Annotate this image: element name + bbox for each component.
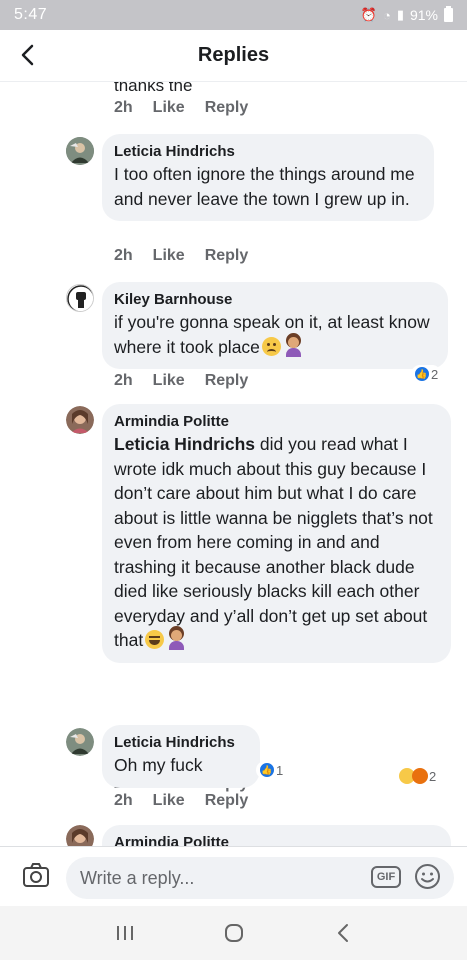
comment-time: 2h bbox=[114, 247, 133, 264]
reply-button[interactable]: Reply bbox=[205, 247, 249, 265]
reaction-count: 2 bbox=[431, 366, 439, 382]
comment-bubble: Armindia Politte Leticia Hindrichs did y… bbox=[102, 404, 451, 663]
sad-face-emoji-icon bbox=[261, 336, 281, 356]
woman-facepalm-emoji-icon bbox=[167, 629, 186, 650]
comment-actions: 2h Like Reply bbox=[114, 247, 248, 265]
avatar-image bbox=[66, 406, 94, 434]
camera-button[interactable] bbox=[22, 863, 50, 889]
comment-author[interactable]: Leticia Hindrichs bbox=[114, 142, 422, 162]
comment-actions: 2h Like Reply bbox=[114, 792, 248, 810]
home-icon bbox=[224, 924, 243, 942]
partial-comment-text: thanks the bbox=[114, 82, 193, 95]
signal-icon: ▮ bbox=[396, 7, 404, 22]
back-arrow-icon bbox=[337, 924, 348, 942]
angry-reaction-icon bbox=[412, 768, 428, 784]
comment-text: Leticia Hindrichs did you read what I wr… bbox=[114, 432, 439, 653]
avatar[interactable] bbox=[66, 406, 94, 434]
reaction-count: 2 bbox=[429, 768, 437, 784]
comment-time: 2h bbox=[114, 792, 133, 809]
comment-bubble: Leticia Hindrichs Oh my fuck bbox=[102, 725, 260, 788]
comment-bubble: Kiley Barnhouse if you're gonna speak on… bbox=[102, 282, 448, 369]
avatar-image bbox=[66, 825, 94, 846]
emoji-button[interactable] bbox=[414, 863, 441, 890]
page-title: Replies bbox=[197, 44, 270, 66]
status-time: 5:47 bbox=[14, 6, 48, 23]
like-button[interactable]: Like bbox=[153, 247, 185, 265]
wifi-icon: ◔ bbox=[382, 7, 391, 23]
comment-author[interactable]: Armindia Politte bbox=[114, 833, 439, 846]
comment-text: if you're gonna speak on it, at least kn… bbox=[114, 310, 436, 359]
recent-apps-button[interactable] bbox=[105, 913, 145, 953]
avatar[interactable] bbox=[66, 284, 94, 312]
comment-author[interactable]: Kiley Barnhouse bbox=[114, 290, 436, 310]
status-icons: ⏰ ◔ ▮ 91% bbox=[360, 6, 453, 23]
comment-actions: 2h Like Reply bbox=[114, 372, 248, 390]
woman-facepalm-emoji-icon bbox=[284, 336, 303, 357]
reply-button[interactable]: Reply bbox=[205, 792, 249, 810]
comment-actions: 2h Like Reply bbox=[114, 99, 248, 117]
like-button[interactable]: Like bbox=[153, 792, 185, 810]
gif-button[interactable]: GIF bbox=[371, 866, 401, 888]
reply-button[interactable]: Reply bbox=[205, 99, 249, 117]
reaction-summary[interactable]: 👍 2 bbox=[411, 365, 442, 383]
comment-bubble: Armindia Politte bbox=[102, 825, 451, 846]
avatar[interactable] bbox=[66, 825, 94, 846]
alarm-icon: ⏰ bbox=[360, 7, 377, 22]
avatar[interactable] bbox=[66, 137, 94, 165]
comment-text: Oh my fuck bbox=[114, 755, 203, 775]
comment-time: 2h bbox=[114, 372, 133, 389]
smiley-icon bbox=[415, 864, 440, 889]
like-reaction-icon: 👍 bbox=[259, 762, 275, 778]
comment-bubble: Leticia Hindrichs I too often ignore the… bbox=[102, 134, 434, 221]
system-navigation-bar bbox=[0, 906, 467, 960]
like-reaction-icon: 👍 bbox=[414, 366, 430, 382]
battery-percent: 91% bbox=[409, 7, 438, 23]
reaction-count: 1 bbox=[276, 762, 284, 778]
avatar-image bbox=[66, 728, 94, 756]
recent-apps-icon bbox=[116, 926, 133, 940]
system-back-button[interactable] bbox=[323, 913, 363, 953]
battery-icon bbox=[444, 6, 453, 22]
reply-composer: GIF bbox=[0, 846, 467, 906]
comment-text-body: did you read what I wrote idk much about… bbox=[114, 434, 433, 650]
like-button[interactable]: Like bbox=[153, 99, 185, 117]
chevron-left-icon bbox=[21, 44, 34, 66]
like-button[interactable]: Like bbox=[153, 372, 185, 390]
comment-time: 2h bbox=[114, 99, 133, 116]
comment-text: I too often ignore the things around me … bbox=[114, 164, 415, 209]
comment-author[interactable]: Leticia Hindrichs bbox=[114, 733, 248, 753]
status-bar: 5:47 ⏰ ◔ ▮ 91% bbox=[0, 0, 467, 30]
raised-fist-icon bbox=[67, 285, 93, 311]
back-button[interactable] bbox=[12, 40, 42, 70]
laughing-emoji-icon bbox=[145, 630, 165, 649]
mention-link[interactable]: Leticia Hindrichs bbox=[114, 434, 255, 454]
camera-icon bbox=[23, 863, 49, 887]
avatar[interactable] bbox=[66, 728, 94, 756]
comment-author[interactable]: Armindia Politte bbox=[114, 412, 439, 432]
reaction-summary[interactable]: 2 bbox=[396, 767, 440, 785]
replies-header: Replies bbox=[0, 30, 467, 82]
home-button[interactable] bbox=[214, 913, 254, 953]
reply-button[interactable]: Reply bbox=[205, 372, 249, 390]
avatar-image bbox=[66, 137, 94, 165]
comment-thread[interactable]: thanks the 2h Like Reply Leticia Hindric… bbox=[0, 82, 467, 846]
reaction-summary[interactable]: 👍 1 bbox=[256, 761, 287, 779]
